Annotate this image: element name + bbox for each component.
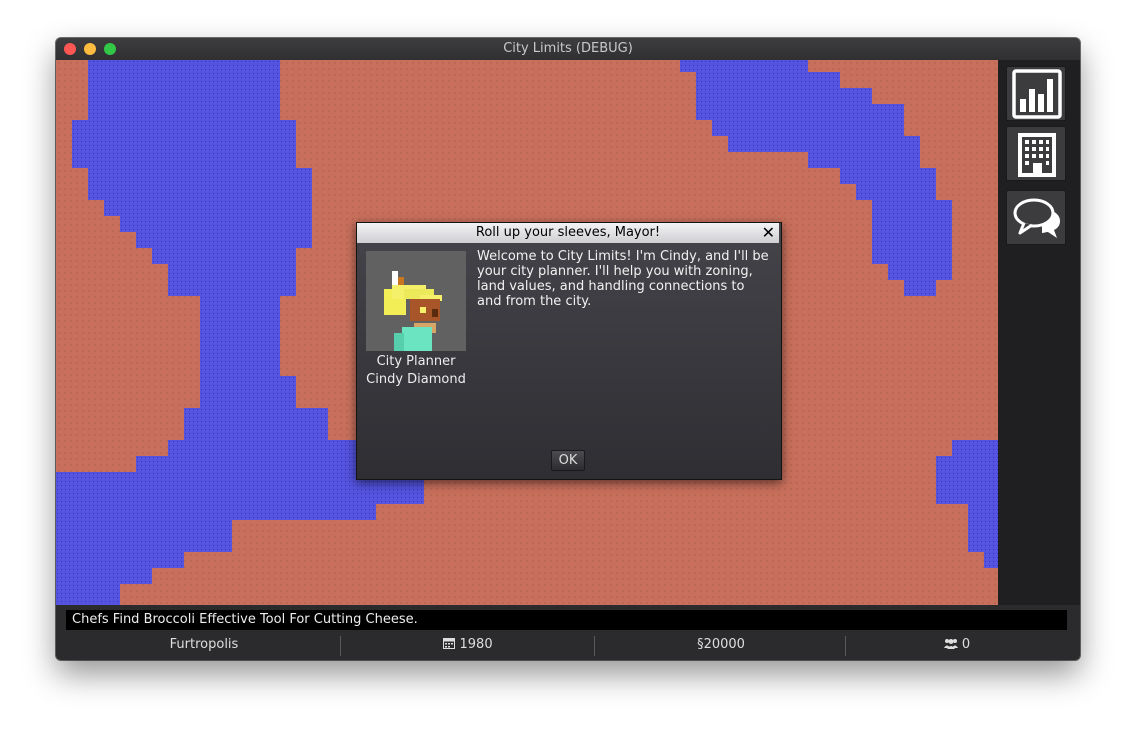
- dialog-title-bar[interactable]: Roll up your sleeves, Mayor! ✕: [357, 223, 779, 243]
- building-icon: [1018, 133, 1056, 177]
- dialog-close-icon[interactable]: ✕: [762, 223, 775, 243]
- side-panel: [998, 60, 1080, 605]
- funds-display: §20000: [697, 637, 745, 652]
- advisor-name: Cindy Diamond: [366, 372, 466, 387]
- advisor-dialog: Roll up your sleeves, Mayor! ✕ City Plan…: [356, 222, 782, 480]
- status-divider: [845, 636, 846, 656]
- advisor-role: City Planner: [376, 354, 456, 369]
- statistics-icon: [1012, 69, 1062, 119]
- status-divider: [340, 636, 341, 656]
- ok-button[interactable]: OK: [551, 450, 585, 471]
- buildings-button[interactable]: [1006, 126, 1066, 181]
- calendar-icon: [443, 638, 456, 649]
- year-value: 1980: [459, 637, 493, 652]
- population-value: 0: [961, 637, 971, 652]
- population-icon: [943, 639, 958, 649]
- population-display: 0: [847, 634, 1067, 656]
- advisor-caption: City Planner Cindy Diamond: [357, 353, 475, 389]
- dialog-title: Roll up your sleeves, Mayor!: [475, 225, 661, 240]
- window-title: City Limits (DEBUG): [503, 41, 633, 56]
- title-bar[interactable]: City Limits (DEBUG): [56, 38, 1080, 61]
- year-display: 1980: [342, 634, 594, 656]
- city-name: Furtropolis: [169, 637, 239, 652]
- chat-button[interactable]: [1006, 190, 1066, 245]
- status-divider: [594, 636, 595, 656]
- status-bar: Furtropolis 1980 §20000 0: [66, 634, 1067, 656]
- advisor-portrait: [366, 251, 466, 351]
- dialog-message: Welcome to City Limits! I'm Cindy, and I…: [477, 249, 769, 309]
- news-ticker: Chefs Find Broccoli Effective Tool For C…: [66, 610, 1067, 630]
- chat-icon: [1013, 198, 1060, 238]
- statistics-button[interactable]: [1006, 66, 1066, 121]
- fox-character-image: [384, 271, 442, 351]
